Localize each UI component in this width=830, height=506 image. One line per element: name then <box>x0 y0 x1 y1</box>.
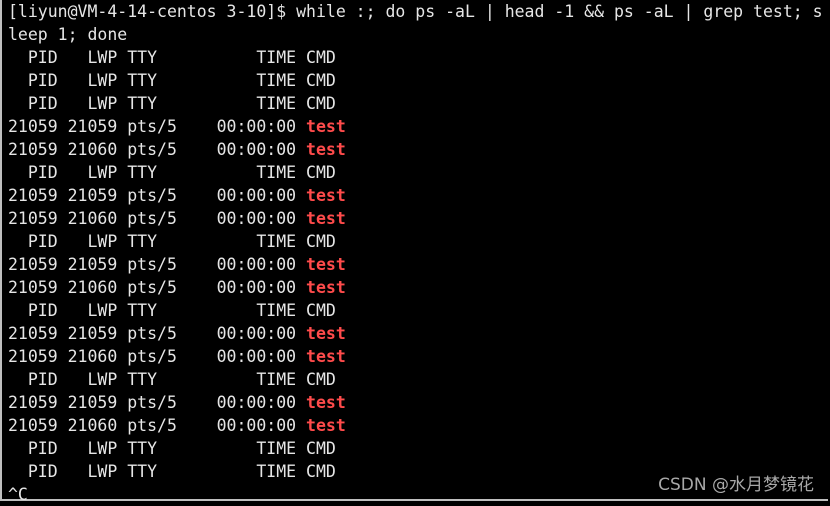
grep-match: test <box>306 278 346 297</box>
line-text: [liyun@VM-4-14-centos 3-10]$ while :; do… <box>8 2 823 21</box>
line-text: 21059 21060 pts/5 00:00:00 <box>8 209 307 228</box>
terminal-line: 21059 21059 pts/5 00:00:00 test <box>8 322 828 345</box>
grep-match: test <box>306 117 346 136</box>
terminal-line: 21059 21060 pts/5 00:00:00 test <box>8 414 828 437</box>
grep-match: test <box>306 186 346 205</box>
line-text: leep 1; done <box>8 25 128 44</box>
watermark: CSDN @水月梦镜花 <box>658 475 814 495</box>
terminal-line: PID LWP TTY TIME CMD <box>8 437 828 460</box>
line-text: 21059 21060 pts/5 00:00:00 <box>8 416 307 435</box>
line-text: PID LWP TTY TIME CMD <box>8 94 336 113</box>
line-text: PID LWP TTY TIME CMD <box>8 232 336 251</box>
line-text: 21059 21059 pts/5 00:00:00 <box>8 324 307 343</box>
terminal-line: 21059 21060 pts/5 00:00:00 test <box>8 138 828 161</box>
terminal-line: PID LWP TTY TIME CMD <box>8 299 828 322</box>
terminal-line: 21059 21059 pts/5 00:00:00 test <box>8 115 828 138</box>
grep-match: test <box>306 347 346 366</box>
terminal-line: leep 1; done <box>8 23 828 46</box>
terminal-line: 21059 21060 pts/5 00:00:00 test <box>8 207 828 230</box>
line-text: PID LWP TTY TIME CMD <box>8 71 336 90</box>
terminal-line: PID LWP TTY TIME CMD <box>8 46 828 69</box>
terminal-line: 21059 21059 pts/5 00:00:00 test <box>8 184 828 207</box>
line-text: 21059 21059 pts/5 00:00:00 <box>8 393 307 412</box>
line-text: PID LWP TTY TIME CMD <box>8 48 336 67</box>
terminal-line: 21059 21060 pts/5 00:00:00 test <box>8 345 828 368</box>
grep-match: test <box>306 209 346 228</box>
line-text: 21059 21060 pts/5 00:00:00 <box>8 347 307 366</box>
grep-match: test <box>306 393 346 412</box>
terminal-line: PID LWP TTY TIME CMD <box>8 161 828 184</box>
line-text: 21059 21060 pts/5 00:00:00 <box>8 278 307 297</box>
line-text: 21059 21059 pts/5 00:00:00 <box>8 117 307 136</box>
line-text: PID LWP TTY TIME CMD <box>8 301 336 320</box>
terminal-line: PID LWP TTY TIME CMD <box>8 368 828 391</box>
line-text: PID LWP TTY TIME CMD <box>8 370 336 389</box>
terminal-line: 21059 21060 pts/5 00:00:00 test <box>8 276 828 299</box>
line-text: 21059 21060 pts/5 00:00:00 <box>8 140 307 159</box>
line-text: PID LWP TTY TIME CMD <box>8 462 336 481</box>
terminal-line: PID LWP TTY TIME CMD <box>8 230 828 253</box>
terminal-window[interactable]: [liyun@VM-4-14-centos 3-10]$ while :; do… <box>0 0 828 504</box>
terminal-line: [liyun@VM-4-14-centos 3-10]$ while :; do… <box>8 0 828 23</box>
grep-match: test <box>306 324 346 343</box>
line-text: PID LWP TTY TIME CMD <box>8 163 336 182</box>
line-text: PID LWP TTY TIME CMD <box>8 439 336 458</box>
terminal-line: 21059 21059 pts/5 00:00:00 test <box>8 253 828 276</box>
terminal-output: [liyun@VM-4-14-centos 3-10]$ while :; do… <box>8 0 828 506</box>
terminal-line: 21059 21059 pts/5 00:00:00 test <box>8 391 828 414</box>
grep-match: test <box>306 140 346 159</box>
grep-match: test <box>306 416 346 435</box>
terminal-line: PID LWP TTY TIME CMD <box>8 92 828 115</box>
grep-match: test <box>306 255 346 274</box>
line-text: ^C <box>8 485 28 504</box>
terminal-line: PID LWP TTY TIME CMD <box>8 69 828 92</box>
line-text: 21059 21059 pts/5 00:00:00 <box>8 186 307 205</box>
line-text: 21059 21059 pts/5 00:00:00 <box>8 255 307 274</box>
